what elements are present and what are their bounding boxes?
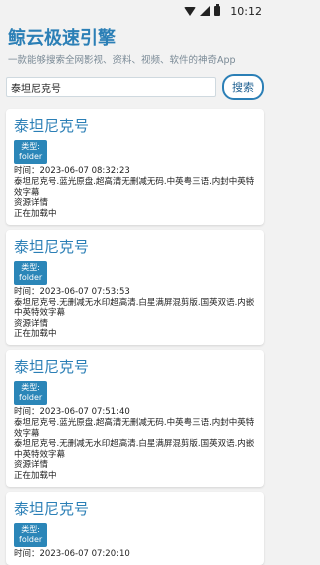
- result-description: 泰坦尼克号.无删减无水印超高清.白星满屏混剪版.国英双语.内嵌中英特效字幕: [14, 439, 255, 460]
- result-description: 泰坦尼克号.蓝光原盘.超高清无删减无码.中英粤三语.内封中英特效字幕: [14, 418, 255, 439]
- result-title: 泰坦尼克号: [14, 358, 90, 376]
- result-title: 泰坦尼克号: [14, 499, 90, 518]
- result-time: 时间：2023-06-07 08:32:23: [14, 166, 130, 176]
- result-title: 泰坦尼克号: [14, 117, 90, 135]
- type-badge: 类型: folder: [14, 522, 48, 547]
- app-subtitle: 一款能够搜索全网影视、资料、视频、软件的神奇App: [8, 55, 236, 66]
- result-card[interactable]: 泰坦尼克号 类型: folder 时间：2023-06-07 07:51:40 …: [6, 350, 264, 487]
- result-details-link[interactable]: 资源详情: [14, 198, 256, 209]
- wifi-icon: [184, 6, 197, 16]
- result-title: 泰坦尼克号: [14, 237, 90, 256]
- type-badge: 类型: folder: [14, 381, 48, 405]
- search-bar: 搜索: [0, 72, 270, 104]
- app-title: 鲸云极速引擎: [8, 28, 116, 49]
- results-list: 泰坦尼克号 类型: folder 时间：2023-06-07 08:32:23 …: [0, 109, 270, 565]
- result-description: 泰坦尼克号.无删减无水印超高清.白星满屏混剪版.国英双语.内嵌中英特效字幕: [14, 297, 255, 319]
- result-time: 时间：2023-06-07 07:53:53: [14, 286, 130, 297]
- search-input[interactable]: [6, 77, 216, 97]
- result-description: 泰坦尼克号.蓝光原盘.超高清无删减无码.中英粤三语.内封中英特效字幕: [14, 177, 255, 198]
- result-card[interactable]: 泰坦尼克号 类型: folder 时间：2023-06-07 08:32:23 …: [6, 109, 264, 225]
- result-card[interactable]: 泰坦尼克号 类型: folder 时间：2023-06-07 07:53:53 …: [6, 229, 264, 345]
- result-card[interactable]: 泰坦尼克号 类型: folder 时间：2023-06-07 07:20:10: [6, 491, 264, 565]
- signal-icon: [200, 6, 211, 16]
- search-button[interactable]: 搜索: [222, 74, 264, 100]
- result-details-link[interactable]: 资源详情: [14, 319, 256, 330]
- result-details-link[interactable]: 资源详情: [14, 460, 256, 471]
- result-time: 时间：2023-06-07 07:51:40: [14, 407, 130, 417]
- battery-icon: [214, 4, 221, 16]
- type-badge: 类型: folder: [14, 140, 48, 164]
- result-time: 时间：2023-06-07 07:20:10: [14, 548, 130, 559]
- type-badge: 类型: folder: [14, 260, 48, 285]
- result-status: 正在加载中: [14, 329, 57, 339]
- result-status: 正在加载中: [14, 208, 57, 219]
- status-bar: 10:12: [0, 0, 270, 22]
- status-time: 10:12: [230, 4, 262, 18]
